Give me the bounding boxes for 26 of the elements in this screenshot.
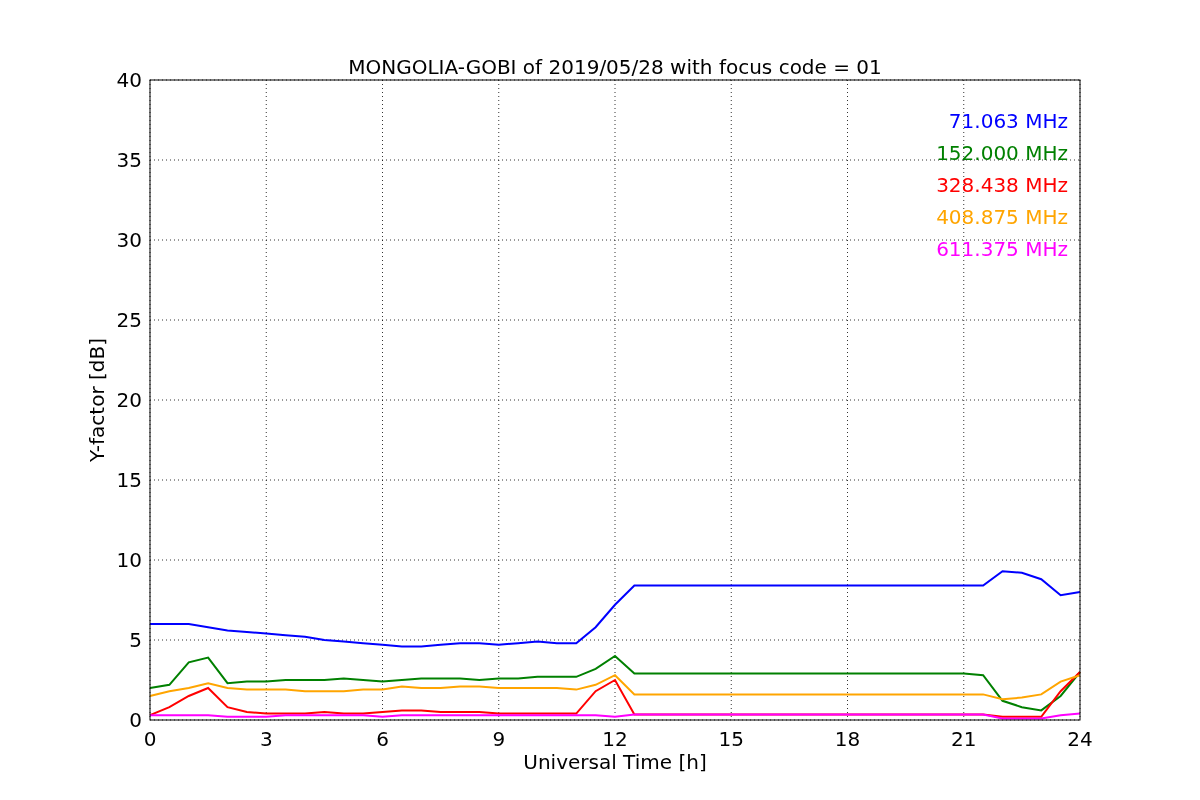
x-tick-label: 21 bbox=[951, 727, 977, 751]
legend-label: 71.063 MHz bbox=[948, 109, 1068, 133]
y-tick-label: 35 bbox=[116, 148, 142, 172]
y-tick-label: 40 bbox=[116, 68, 142, 92]
x-tick-label: 24 bbox=[1067, 727, 1093, 751]
x-tick-label: 12 bbox=[602, 727, 628, 751]
y-tick-label: 20 bbox=[116, 388, 142, 412]
y-tick-label: 0 bbox=[129, 708, 142, 732]
chart-title: MONGOLIA-GOBI of 2019/05/28 with focus code = 01 bbox=[348, 55, 882, 79]
y-axis-label: Y-factor [dB] bbox=[85, 338, 109, 462]
x-tick-label: 15 bbox=[718, 727, 744, 751]
x-axis-label: Universal Time [h] bbox=[523, 750, 707, 774]
x-tick-label: 9 bbox=[492, 727, 506, 751]
legend-label: 408.875 MHz bbox=[936, 205, 1068, 229]
y-tick-label: 10 bbox=[116, 548, 142, 572]
y-tick-label: 15 bbox=[116, 468, 142, 492]
x-tick-label: 18 bbox=[834, 727, 861, 751]
y-tick-label: 25 bbox=[116, 308, 142, 332]
legend-label: 328.438 MHz bbox=[936, 173, 1068, 197]
y-tick-label: 30 bbox=[116, 228, 142, 252]
x-tick-label: 0 bbox=[143, 727, 157, 751]
x-tick-label: 3 bbox=[259, 727, 273, 751]
legend-label: 611.375 MHz bbox=[936, 237, 1068, 261]
legend-label: 152.000 MHz bbox=[936, 141, 1068, 165]
x-tick-label: 6 bbox=[376, 727, 389, 751]
y-tick-label: 5 bbox=[129, 628, 142, 652]
